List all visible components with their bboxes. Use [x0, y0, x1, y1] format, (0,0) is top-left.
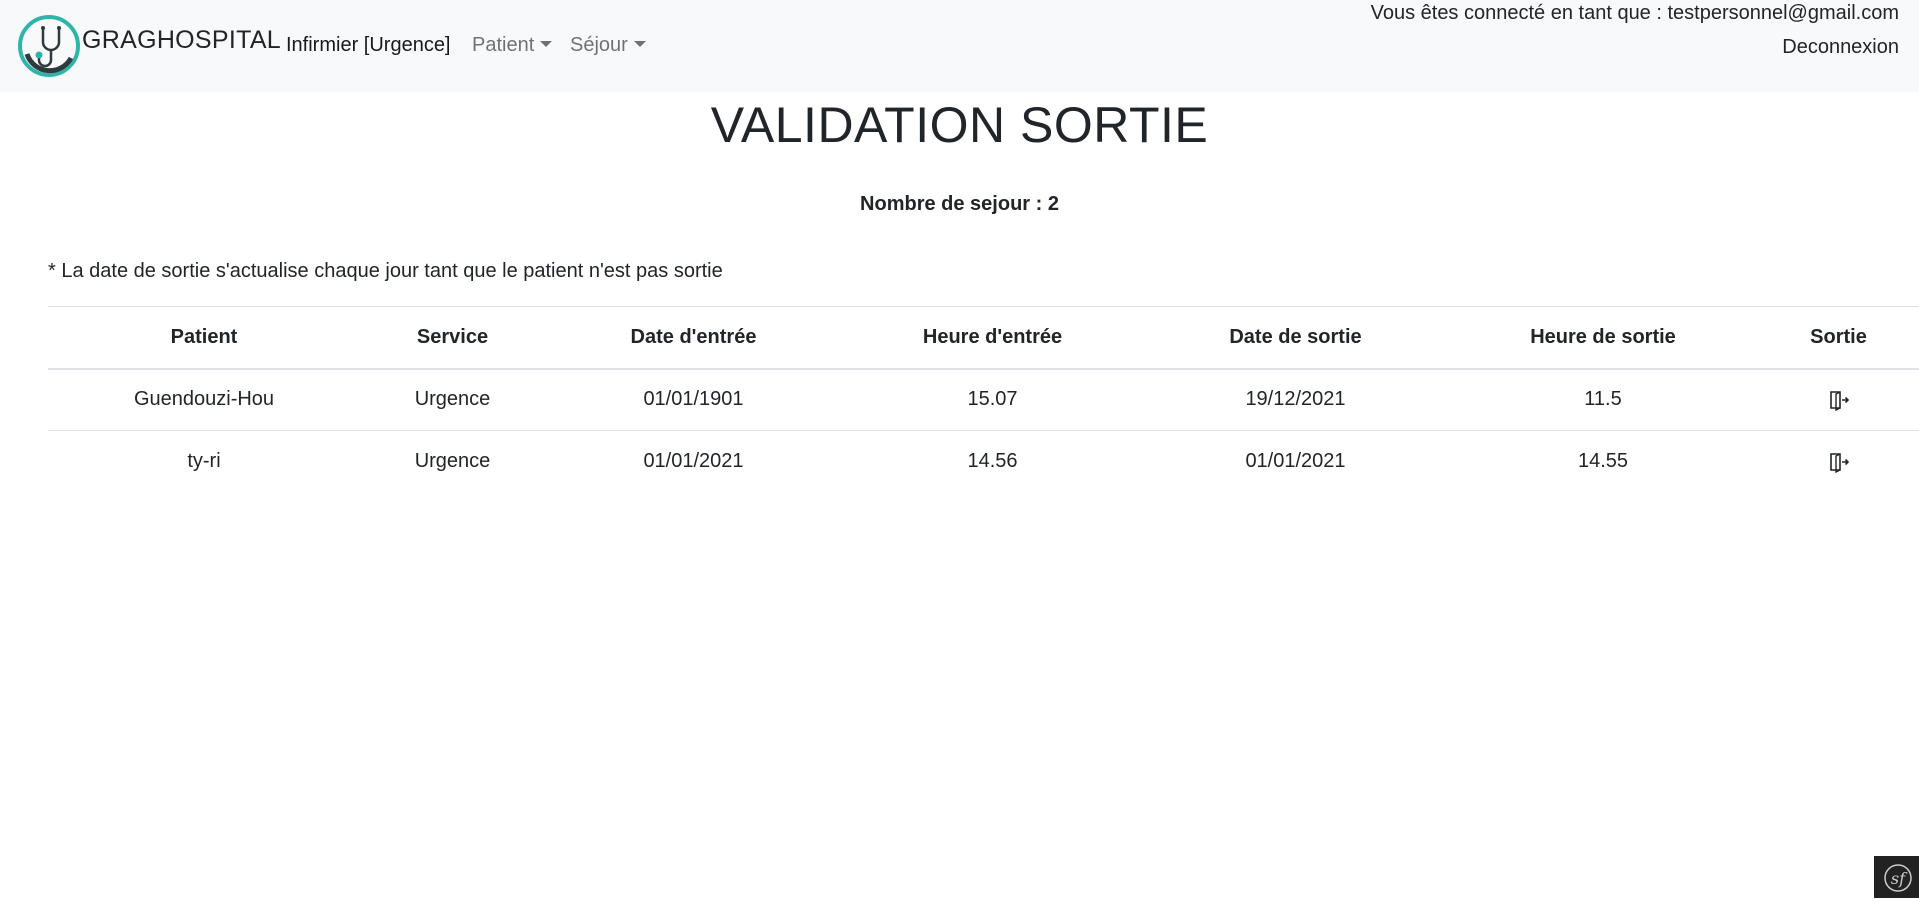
nav-patient-dropdown[interactable]: Patient: [472, 34, 553, 57]
header-entry-time: Heure d'entrée: [922, 325, 1063, 348]
symfony-toolbar-toggle[interactable]: sf: [1874, 856, 1919, 898]
cell-exit-action: [1758, 431, 1919, 493]
chevron-down-icon: [540, 41, 553, 47]
header-service: Service: [416, 325, 489, 348]
cell-entry-time: 15.07: [967, 388, 1018, 411]
svg-text:sf: sf: [1891, 869, 1908, 888]
cell-exit-time: 14.55: [1577, 450, 1629, 473]
cell-exit-time: 11.5: [1584, 388, 1622, 411]
cell-service: Urgence: [414, 388, 491, 411]
header-exit-action: Sortie: [1810, 325, 1867, 348]
nav-role-link[interactable]: Infirmier [Urgence]: [286, 34, 451, 57]
header-entry-date: Date d'entrée: [630, 325, 757, 348]
cell-exit-action: [1758, 369, 1919, 431]
symfony-logo-icon: sf: [1884, 864, 1912, 892]
cell-patient: Guendouzi-Hou: [133, 388, 275, 411]
table-row: ty-ri Urgence 01/01/2021 14.56 01/01/202…: [48, 430, 1919, 493]
header-exit-time: Heure de sortie: [1530, 325, 1676, 348]
cell-exit-date: 01/01/2021: [1245, 450, 1346, 473]
stethoscope-logo-icon[interactable]: [17, 14, 81, 78]
logged-user-text: Vous êtes connecté en tant que : testper…: [1370, 2, 1899, 24]
cell-service: Urgence: [414, 450, 491, 473]
navbar: GRAGHOSPITAL Infirmier [Urgence] Patient…: [0, 0, 1919, 92]
table-header-row: Patient Service Date d'entrée Heure d'en…: [48, 306, 1919, 369]
header-exit-date: Date de sortie: [1229, 325, 1362, 348]
stays-table: Patient Service Date d'entrée Heure d'en…: [48, 306, 1919, 493]
cell-exit-date: 19/12/2021: [1245, 388, 1346, 411]
nav-sejour-dropdown[interactable]: Séjour: [570, 34, 646, 57]
cell-patient: ty-ri: [187, 450, 221, 473]
brand-name[interactable]: GRAGHOSPITAL: [82, 26, 281, 55]
chevron-down-icon: [633, 41, 646, 47]
nav-sejour-label: Séjour: [570, 34, 628, 56]
door-exit-icon[interactable]: [1828, 389, 1850, 411]
table-row: Guendouzi-Hou Urgence 01/01/1901 15.07 1…: [48, 369, 1919, 431]
cell-entry-time: 14.56: [967, 450, 1018, 473]
page-title: VALIDATION SORTIE: [710, 97, 1209, 153]
logout-link[interactable]: Deconnexion: [1782, 36, 1899, 59]
header-patient: Patient: [170, 325, 238, 348]
discharge-note: * La date de sortie s'actualise chaque j…: [48, 260, 723, 282]
door-exit-icon[interactable]: [1828, 451, 1850, 473]
cell-entry-date: 01/01/1901: [643, 388, 744, 411]
stay-count: Nombre de sejour : 2: [860, 193, 1059, 215]
nav-patient-label: Patient: [472, 34, 535, 56]
cell-entry-date: 01/01/2021: [643, 450, 744, 473]
